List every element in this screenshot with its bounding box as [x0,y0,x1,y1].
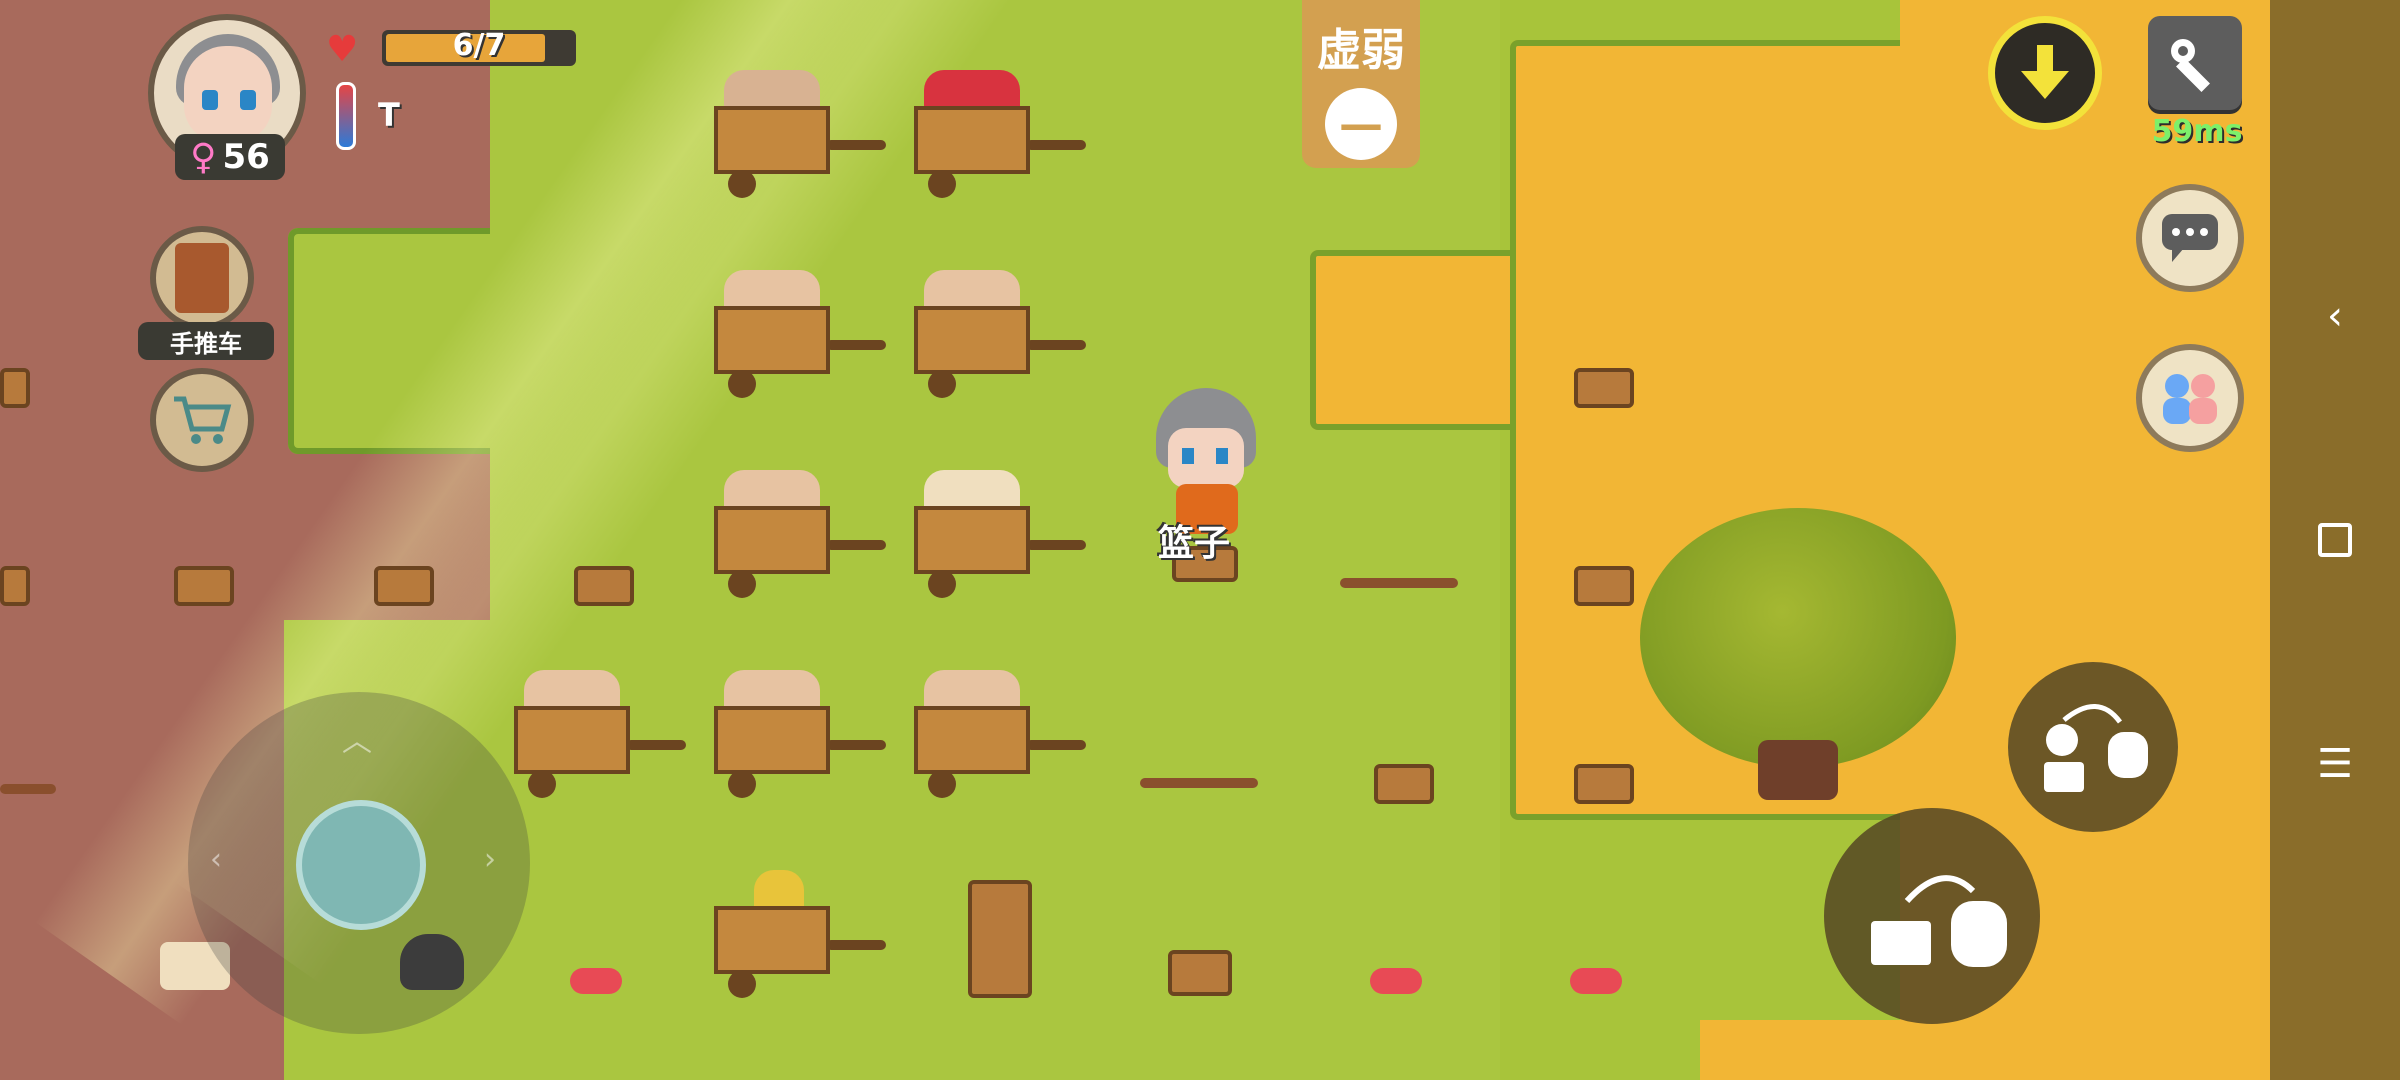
joystick-right-arrow-icon: › [484,842,496,877]
neutral-face-icon: — [1325,88,1397,160]
basket-with-eggs[interactable] [1574,368,1634,408]
pickup-action-button[interactable] [2008,662,2178,832]
female-icon: ♀ [190,136,217,178]
settings-button[interactable] [2148,16,2242,110]
handcart-with-rabbits[interactable] [914,670,1090,798]
basket-with-eggs[interactable] [1374,764,1434,804]
friends-icon [2163,374,2217,424]
joystick-knob[interactable] [296,800,426,930]
chat-button[interactable] [2136,184,2244,292]
shopping-cart-button[interactable] [150,368,254,472]
held-item-label: 篮子 [1158,523,1231,564]
basket-with-berries[interactable] [0,368,30,408]
shopping-cart-icon [174,396,232,444]
handcart-with-rabbits[interactable] [514,670,690,798]
ping-readout: 59ms [2151,114,2243,149]
basket-with-berries[interactable] [0,566,30,606]
temperature-label: T [378,96,400,134]
tree-trunk [1758,740,1838,800]
branch[interactable] [0,784,56,794]
joystick-up-arrow-icon: ︿ [342,724,372,759]
wrench-icon [2171,39,2210,92]
tree[interactable] [1640,508,1956,768]
sand-area [1310,250,1540,430]
thermometer-icon [336,82,356,150]
friends-button[interactable] [2136,344,2244,452]
hunger-bar: 6/7 [382,28,576,66]
basket-stack[interactable] [968,880,1032,998]
handcart-with-rabbits[interactable] [914,270,1090,398]
raw-fish[interactable] [1570,968,1622,994]
pickup-hand-icon [2044,704,2148,792]
basket-with-berries[interactable] [574,566,634,606]
back-icon[interactable]: ‹ [2270,286,2400,346]
raw-fish[interactable] [570,968,622,994]
age-value: 56 [222,137,270,177]
weak-status-label: 虚弱 [1317,25,1405,76]
system-navigation-bar: ‹ ☰ [2270,0,2400,1080]
heart-icon: ♥ [326,29,359,70]
raw-fish[interactable] [1370,968,1422,994]
handcart-with-rabbits[interactable] [714,270,890,398]
handcart-with-cargo[interactable] [714,70,890,198]
basket-with-berries[interactable] [374,566,434,606]
handcart-with-bananas[interactable] [714,870,890,998]
drop-action-button[interactable] [1824,808,2040,1024]
home-icon[interactable] [2270,510,2400,570]
age-badge: ♀ 56 [175,134,285,180]
basket-with-eggs[interactable] [1574,566,1634,606]
joystick-left-arrow-icon: ‹ [210,842,222,877]
handcart-label: 手推车 [138,322,274,360]
sand-area [1700,1020,1950,1080]
handcart-with-rabbits[interactable] [714,670,890,798]
download-icon [2021,45,2069,99]
branch[interactable] [1140,778,1258,788]
handcart-item-icon [175,243,229,313]
chat-icon [2162,214,2218,262]
hunger-text: 6/7 [452,28,506,63]
basket[interactable] [1168,950,1232,996]
drop-hand-icon [1871,875,2007,967]
handcart-slot[interactable] [150,226,254,330]
handcart-with-rabbits[interactable] [714,470,890,598]
basket-with-berries[interactable] [174,566,234,606]
weak-status-badge[interactable]: 虚弱 — [1302,0,1420,168]
basket-with-eggs[interactable] [1574,764,1634,804]
branch[interactable] [1340,578,1458,588]
game-viewport[interactable]: 篮子 ♀ 56 ♥ 6/7 T 手推车 虚弱 — 59ms ︿ ‹ › [0,0,2270,1080]
handcart-with-cargo[interactable] [914,70,1090,198]
download-button[interactable] [1988,16,2102,130]
menu-icon[interactable]: ☰ [2270,734,2400,794]
handcart-with-skins[interactable] [914,470,1090,598]
virtual-joystick[interactable]: ︿ ‹ › [188,692,530,1034]
